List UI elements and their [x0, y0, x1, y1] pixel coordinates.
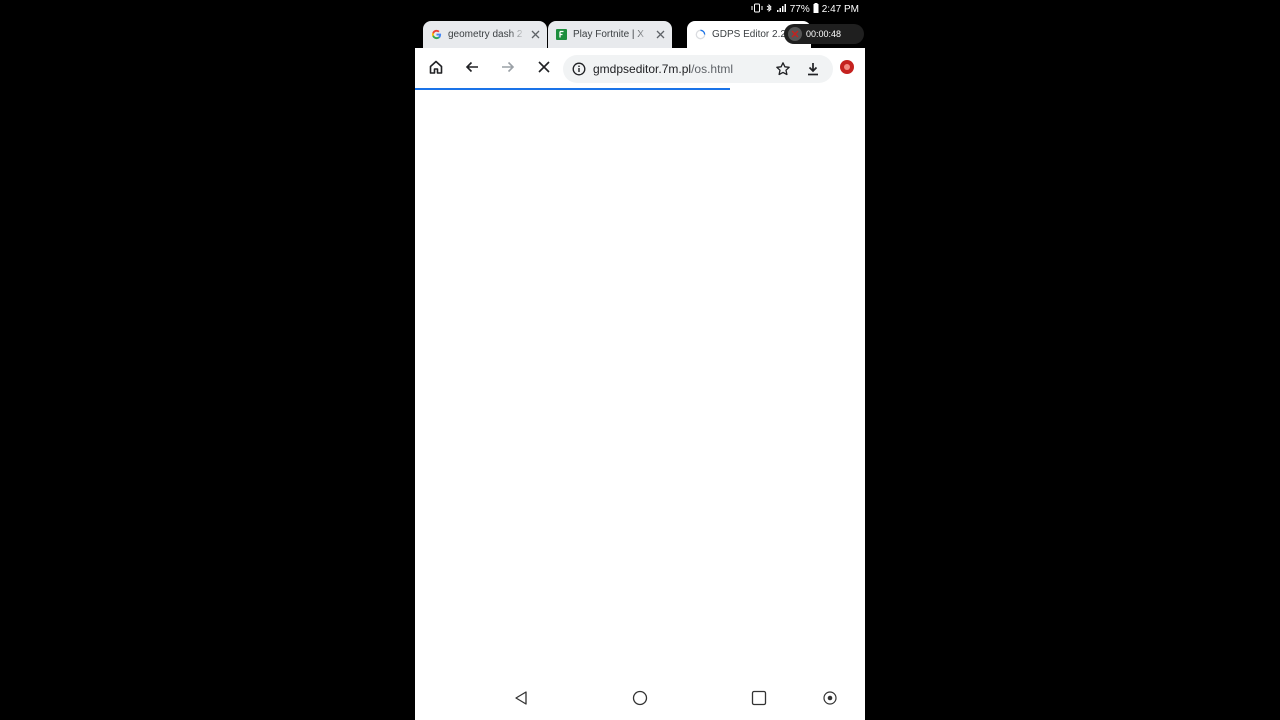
home-button[interactable] — [425, 58, 447, 80]
nav-extra-button[interactable] — [820, 690, 840, 710]
bluetooth-icon — [766, 3, 773, 16]
home-icon — [428, 59, 444, 80]
address-bar[interactable]: gmdpseditor.7m.pl/os.html — [563, 55, 833, 83]
screen-recorder-timer[interactable]: 00:00:48 — [784, 24, 864, 44]
arrow-left-icon — [464, 59, 480, 80]
battery-icon — [813, 2, 819, 16]
fortnite-icon — [556, 29, 567, 40]
google-icon — [431, 29, 442, 40]
close-icon[interactable] — [654, 29, 666, 41]
tab-play-fortnite[interactable]: Play Fortnite | X — [548, 21, 672, 48]
tab-title: Play Fortnite | X — [573, 29, 644, 40]
navigation-bar — [415, 680, 865, 720]
browser-toolbar: gmdpseditor.7m.pl/os.html — [415, 48, 865, 89]
square-recents-icon — [751, 690, 767, 711]
stop-record-icon[interactable] — [788, 27, 802, 41]
nav-home-button[interactable] — [630, 690, 650, 710]
triangle-back-icon — [514, 690, 528, 711]
target-icon — [822, 690, 838, 711]
nav-back-button[interactable] — [511, 690, 531, 710]
circle-home-icon — [632, 690, 648, 711]
tab-title: geometry dash 2 — [448, 29, 523, 40]
record-icon — [839, 59, 855, 80]
battery-percent: 77% — [789, 3, 810, 15]
back-button[interactable] — [461, 58, 483, 80]
url-host: gmdpseditor.7m.pl — [593, 62, 692, 76]
clock: 2:47 PM — [821, 3, 859, 15]
page-content[interactable] — [415, 90, 865, 680]
url-text: gmdpseditor.7m.pl/os.html — [593, 62, 733, 76]
download-icon[interactable] — [805, 61, 821, 82]
close-icon[interactable] — [529, 29, 541, 41]
loading-spinner-icon — [695, 29, 706, 40]
forward-button[interactable] — [497, 58, 519, 80]
stop-loading-button[interactable] — [533, 58, 555, 80]
vibrate-icon — [751, 3, 763, 16]
star-icon[interactable] — [775, 61, 791, 82]
phone-screen: 77% 2:47 PM geometry dash 2 Play Fortnit… — [415, 0, 865, 720]
nav-recents-button[interactable] — [749, 690, 769, 710]
status-bar: 77% 2:47 PM — [415, 0, 865, 18]
arrow-right-icon — [500, 59, 516, 80]
info-icon[interactable] — [572, 62, 586, 81]
url-path: /os.html — [691, 62, 734, 76]
tab-geometry-dash[interactable]: geometry dash 2 — [423, 21, 547, 48]
recording-time: 00:00:48 — [806, 29, 842, 39]
profile-button[interactable] — [836, 58, 858, 80]
close-icon — [537, 60, 551, 79]
signal-icon — [776, 3, 787, 16]
